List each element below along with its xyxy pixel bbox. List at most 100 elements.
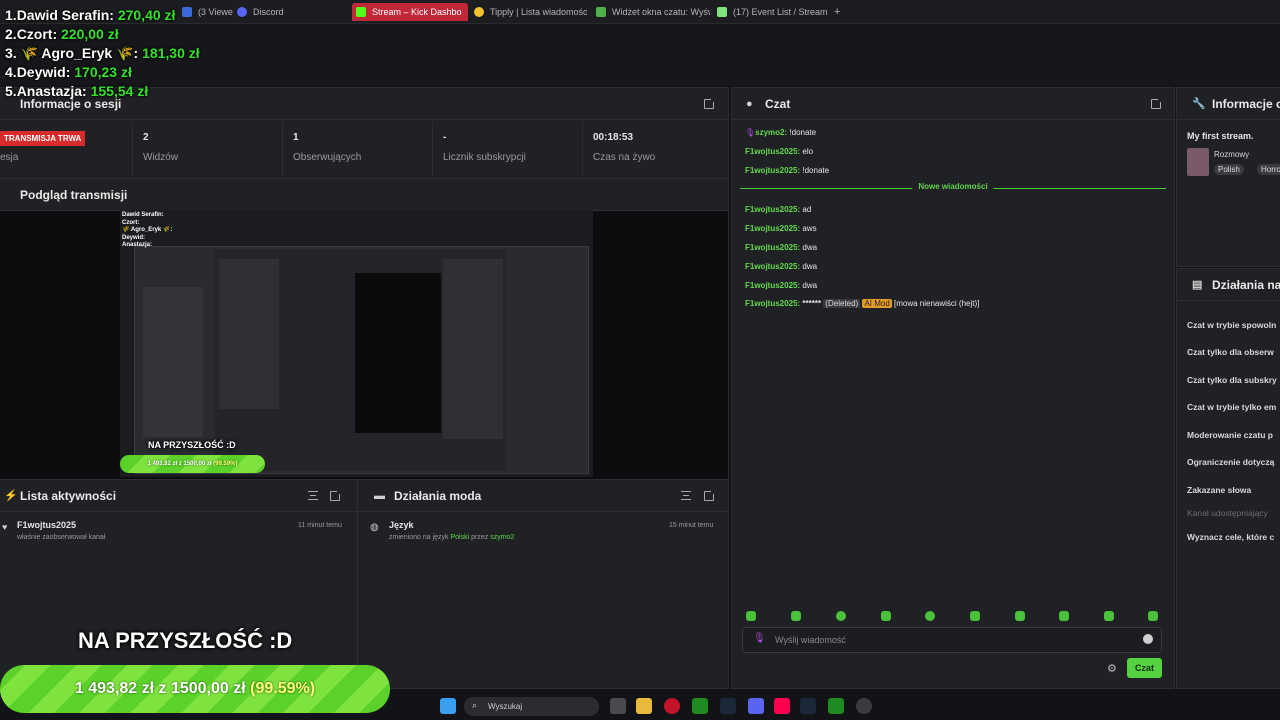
chat-message: F1wojtus2025: !donate bbox=[745, 166, 830, 175]
action-followers-only[interactable]: Czat tylko dla obserw bbox=[1187, 347, 1274, 357]
chat-message: F1wojtus2025: dwa bbox=[745, 243, 818, 252]
popout-icon[interactable] bbox=[330, 489, 342, 501]
stream-info-panel: 🔧 Informacje o My first stream. Rozmowy P… bbox=[1176, 87, 1280, 267]
stream-preview-video[interactable]: Dawid Serafin: Czort: 🌾 Agro_Eryk 🌾: Dey… bbox=[120, 210, 593, 477]
windows-start-icon[interactable] bbox=[440, 698, 456, 714]
preview-obs-window bbox=[215, 249, 505, 471]
steam-icon[interactable] bbox=[800, 698, 816, 714]
subs-stat: - Licznik subskrypcji bbox=[433, 122, 583, 176]
chat-message: F1wojtus2025: elo bbox=[745, 147, 814, 156]
emote-bar bbox=[744, 606, 1164, 624]
emote-icon[interactable] bbox=[1059, 611, 1069, 621]
filter-icon[interactable] bbox=[681, 491, 691, 500]
popout-icon[interactable] bbox=[1151, 97, 1163, 109]
leader-row: 5.Anastazja: 155,54 zł bbox=[5, 83, 149, 99]
mod-actions-header: ▬ Działania moda bbox=[358, 480, 728, 512]
wrench-icon: 🔧 bbox=[1192, 98, 1206, 110]
bolt-icon: ⚡ bbox=[4, 490, 18, 502]
emote-icon[interactable] bbox=[1104, 611, 1114, 621]
emoji-icon[interactable] bbox=[1143, 634, 1153, 644]
leader-row: 2.Czort: 220,00 zł bbox=[5, 26, 119, 42]
preview-leaderboard: Dawid Serafin: Czort: 🌾 Agro_Eryk 🌾: Dey… bbox=[122, 212, 173, 248]
chat-bubble-icon: ● bbox=[746, 98, 753, 110]
leader-row: 1.Dawid Serafin: 270,40 zł bbox=[5, 7, 176, 23]
goal-overlay-title: NA PRZYSZŁOŚĆ :D bbox=[78, 628, 293, 653]
emote-icon[interactable] bbox=[791, 611, 801, 621]
streamlabs-icon bbox=[717, 7, 727, 17]
chat-message: F1wojtus2025: aws bbox=[745, 224, 817, 233]
heart-icon: ♥ bbox=[2, 522, 8, 532]
preview-left-form bbox=[143, 287, 203, 437]
emote-icon[interactable] bbox=[925, 611, 935, 621]
action-restriction[interactable]: Ograniczenie dotyczą bbox=[1187, 457, 1274, 467]
tab-tipply[interactable]: Tipply | Lista wiadomości bbox=[470, 3, 588, 21]
action-banned-words[interactable]: Zakazane słowa bbox=[1187, 485, 1251, 495]
emote-icon[interactable] bbox=[970, 611, 980, 621]
task-view-icon[interactable] bbox=[610, 698, 626, 714]
steam-icon[interactable] bbox=[720, 698, 736, 714]
live-status-stat: TRANSMISJA TRWA esja bbox=[0, 122, 133, 176]
tag-badge: Polish bbox=[1214, 164, 1244, 175]
action-slow-mode[interactable]: Czat w trybie spowoln bbox=[1187, 320, 1276, 330]
discord-icon bbox=[237, 7, 247, 17]
preview-canvas bbox=[355, 273, 441, 433]
emote-icon[interactable] bbox=[881, 611, 891, 621]
taskbar: ⌕ Wyszukaj bbox=[390, 693, 890, 720]
deleted-chat-message: F1wojtus2025: ****** (Deleted) AI Mod [m… bbox=[745, 299, 980, 308]
chat-message: F1wojtus2025: dwa bbox=[745, 262, 818, 271]
discord-icon[interactable] bbox=[748, 698, 764, 714]
xbox-icon[interactable] bbox=[692, 698, 708, 714]
tipply-icon bbox=[474, 7, 484, 17]
obs-icon[interactable] bbox=[856, 698, 872, 714]
mod-action-item: ◍ Język zmieniono na język Polski przez … bbox=[370, 520, 714, 541]
emote-icon[interactable] bbox=[1148, 611, 1158, 621]
taskbar-search[interactable]: ⌕ Wyszukaj bbox=[464, 697, 599, 716]
mod-action-desc: zmieniono na język Polski przez szymo2 bbox=[389, 534, 515, 541]
send-chat-button[interactable]: Czat bbox=[1127, 658, 1162, 678]
tiktok-icon[interactable] bbox=[774, 698, 790, 714]
tag-badge: Horro bbox=[1257, 164, 1280, 175]
uptime-stat: 00:18:53 Czas na żywo bbox=[593, 132, 656, 163]
donation-leaderboard: 1.Dawid Serafin: 270,40 zł 2.Czort: 220,… bbox=[5, 6, 200, 101]
filter-icon[interactable] bbox=[308, 491, 318, 500]
tab-discord[interactable]: Discord bbox=[233, 3, 333, 21]
stream-preview-header: Podgląd transmisji bbox=[0, 179, 728, 211]
activity-list-header: ⚡ Lista aktywności bbox=[0, 480, 357, 512]
action-subscribers-only[interactable]: Czat tylko dla subskry bbox=[1187, 375, 1277, 385]
chat-input[interactable]: 🎙 Wyślij wiadomość bbox=[742, 627, 1162, 653]
action-emote-only[interactable]: Czat w trybie tylko em bbox=[1187, 402, 1276, 412]
category-thumbnail bbox=[1187, 148, 1209, 176]
chat-header: ● Czat bbox=[732, 88, 1174, 120]
preview-goal-title: NA PRZYSZŁOŚĆ :D bbox=[148, 440, 236, 450]
ai-mod-badge: AI Mod bbox=[862, 299, 892, 308]
action-chat-moderation[interactable]: Moderowanie czatu p bbox=[1187, 430, 1273, 440]
emote-icon[interactable] bbox=[836, 611, 846, 621]
activity-list-panel: ⚡ Lista aktywności ♥ F1wojtus2025 właśnie… bbox=[0, 479, 358, 689]
mic-icon: 🎙 bbox=[753, 633, 766, 644]
settings-gear-icon[interactable]: ⚙ bbox=[1107, 662, 1117, 675]
file-explorer-icon[interactable] bbox=[636, 698, 652, 714]
mic-icon: 🎙 bbox=[745, 128, 756, 137]
tab-kick-dashboard[interactable]: Stream – Kick Dashbo bbox=[352, 3, 468, 21]
tab-chat-widget[interactable]: Widżet okna czatu: Wyświ bbox=[592, 3, 710, 21]
viewers-stat: 2 Widzów bbox=[133, 122, 283, 176]
goal-overlay-bar: 1 493,82 zł z 1500,00 zł (99.59%) bbox=[0, 665, 390, 713]
emote-icon[interactable] bbox=[746, 611, 756, 621]
new-tab-button[interactable]: + bbox=[828, 3, 850, 21]
action-set-goals[interactable]: Wyznacz cele, które c bbox=[1187, 532, 1274, 542]
activity-item: ♥ F1wojtus2025 właśnie zaobserwował kana… bbox=[2, 520, 342, 541]
preview-chat-column bbox=[443, 259, 503, 439]
chat-message: F1wojtus2025: dwa bbox=[745, 281, 818, 290]
tab-streamlabs[interactable]: (17) Event List / Streamlab bbox=[713, 3, 828, 21]
new-messages-divider: Nowe wiadomości bbox=[740, 182, 1166, 191]
popout-icon[interactable] bbox=[704, 97, 716, 109]
preview-sidebar bbox=[219, 259, 279, 409]
search-icon: ⌕ bbox=[472, 700, 478, 710]
opera-icon[interactable] bbox=[664, 698, 680, 714]
globe-icon: ◍ bbox=[370, 522, 379, 533]
list-icon: ▬ bbox=[374, 490, 385, 502]
action-sharing-channel[interactable]: Kanał udostępniający bbox=[1187, 508, 1268, 518]
xbox-icon[interactable] bbox=[828, 698, 844, 714]
emote-icon[interactable] bbox=[1015, 611, 1025, 621]
popout-icon[interactable] bbox=[704, 489, 716, 501]
